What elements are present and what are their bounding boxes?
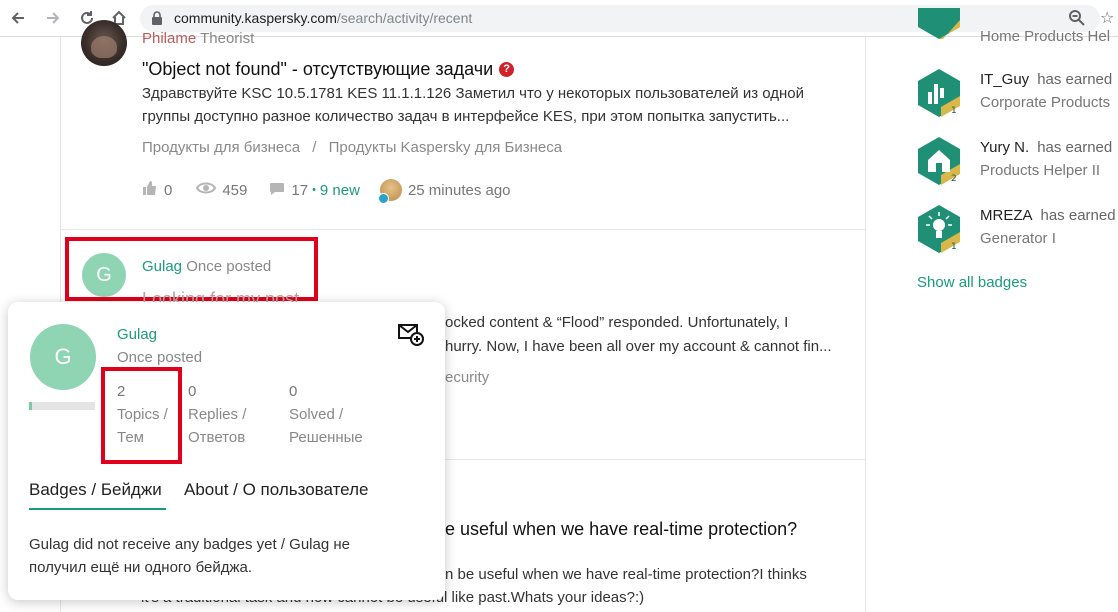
breadcrumb-category[interactable]: ecurity bbox=[445, 369, 489, 386]
eye-icon bbox=[196, 181, 217, 199]
badge-name[interactable]: Home Products Hel bbox=[980, 28, 1110, 45]
timestamp: 25 minutes ago bbox=[407, 181, 511, 199]
breadcrumb: Продукты для бизнеса / Продукты Kaspersk… bbox=[142, 139, 562, 156]
user-rank: Once posted bbox=[117, 349, 203, 366]
divider bbox=[60, 229, 866, 230]
url-text: community.kaspersky.com/search/activity/… bbox=[174, 10, 473, 26]
badge-name[interactable]: Products Helper II bbox=[980, 162, 1100, 179]
lock-icon bbox=[152, 11, 162, 25]
rank-progress-bar bbox=[29, 402, 95, 410]
highlight-box bbox=[101, 367, 182, 464]
breadcrumb-subcategory[interactable]: Продукты Kaspersky для Бизнеса bbox=[329, 139, 563, 156]
badge-icon bbox=[918, 8, 960, 39]
forward-arrow-icon[interactable] bbox=[41, 6, 65, 30]
send-message-icon[interactable] bbox=[398, 322, 424, 346]
post-excerpt-line: ocked content & “Flood” responded. Unfor… bbox=[445, 314, 789, 331]
thumbs-up-icon[interactable] bbox=[142, 180, 158, 200]
replies-stat[interactable]: 0 Replies / Ответов bbox=[188, 380, 246, 449]
question-icon: ? bbox=[499, 62, 515, 77]
badge-user[interactable]: Yury N. bbox=[980, 139, 1029, 156]
back-arrow-icon[interactable] bbox=[6, 6, 30, 30]
post-excerpt-line: hurry. Now, I have been all over my acco… bbox=[445, 338, 832, 355]
solved-label: Solved / bbox=[289, 406, 344, 423]
breadcrumb-category[interactable]: Продукты для бизнеса bbox=[142, 139, 300, 156]
post-excerpt-line: Здравствуйте KSC 10.5.1781 KES 11.1.1.12… bbox=[142, 85, 805, 102]
badge-earned-text: has earned bbox=[1037, 71, 1113, 88]
post-excerpt: Здравствуйте KSC 10.5.1781 KES 11.1.1.12… bbox=[142, 82, 804, 128]
show-all-badges-link[interactable]: Show all badges bbox=[917, 274, 1027, 291]
badge-user[interactable]: MREZA bbox=[980, 207, 1033, 224]
house-icon: 2 bbox=[918, 137, 960, 185]
post-excerpt-line: n be useful when we have real-time prote… bbox=[445, 566, 807, 583]
badge-activity-row: 2 Yury N. has earned Products Helper II bbox=[917, 136, 1117, 191]
badge-level: 2 bbox=[951, 174, 957, 184]
post-title-text[interactable]: "Object not found" - отсутствующие задач… bbox=[142, 59, 493, 79]
solved-label-ru: Решенные bbox=[289, 429, 363, 446]
badge-user[interactable]: IT_Guy bbox=[980, 71, 1029, 88]
badge-name[interactable]: Generator I bbox=[980, 230, 1056, 247]
badge-level: 1 bbox=[951, 106, 957, 116]
badge-name[interactable]: Corporate Products bbox=[980, 94, 1110, 111]
post-stats: 0 459 17 • 9 new 25 minutes ago bbox=[142, 179, 511, 204]
post-author: Philame Theorist bbox=[142, 30, 254, 47]
bar-chart-icon: 1 bbox=[918, 69, 960, 117]
likes-count: 0 bbox=[164, 181, 173, 199]
badge-earned-text: has earned bbox=[1040, 207, 1116, 224]
active-tab-indicator bbox=[29, 508, 166, 510]
tab-badges[interactable]: Badges / Бейджи bbox=[29, 480, 162, 500]
avatar[interactable] bbox=[81, 20, 127, 66]
solved-stat[interactable]: 0 Solved / Решенные bbox=[289, 380, 363, 449]
avatar[interactable]: G bbox=[30, 324, 96, 390]
tab-about[interactable]: About / О пользователе bbox=[184, 480, 368, 500]
user-name[interactable]: Gulag bbox=[117, 326, 157, 343]
badge-activity-row: 1 MREZA has earned Generator I bbox=[917, 204, 1117, 259]
user-hover-card: G Gulag Once posted 2 Topics / Тем 0 Rep… bbox=[8, 302, 445, 600]
post-title[interactable]: "Object not found" - отсутствующие задач… bbox=[142, 59, 515, 80]
replies-label: Replies / bbox=[188, 406, 247, 423]
badge-earned-text: has earned bbox=[1037, 139, 1113, 156]
replies-count: 17 bbox=[291, 181, 309, 199]
breadcrumb-separator: / bbox=[312, 139, 317, 156]
author-name[interactable]: Philame bbox=[142, 30, 196, 47]
replies-count: 0 bbox=[188, 383, 197, 400]
dot-separator: • bbox=[312, 184, 316, 196]
replies-label-ru: Ответов bbox=[188, 429, 246, 446]
no-badges-message: Gulag did not receive any badges yet / G… bbox=[29, 536, 350, 576]
author-rank: Theorist bbox=[200, 30, 255, 47]
views-count: 459 bbox=[222, 181, 248, 199]
post-title[interactable]: e useful when we have real-time protecti… bbox=[445, 519, 797, 540]
badge-activity-row: Home Products Hel bbox=[917, 8, 1117, 58]
avatar[interactable] bbox=[377, 179, 402, 204]
new-replies-link[interactable]: 9 new bbox=[320, 182, 360, 199]
comment-icon bbox=[269, 181, 285, 200]
post-excerpt-line: группы доступно разное количество задач … bbox=[142, 108, 790, 125]
solved-count: 0 bbox=[289, 383, 298, 400]
badge-level: 1 bbox=[951, 242, 957, 252]
lightbulb-icon: 1 bbox=[918, 205, 960, 253]
badge-activity-row: 1 IT_Guy has earned Corporate Products bbox=[917, 68, 1117, 123]
